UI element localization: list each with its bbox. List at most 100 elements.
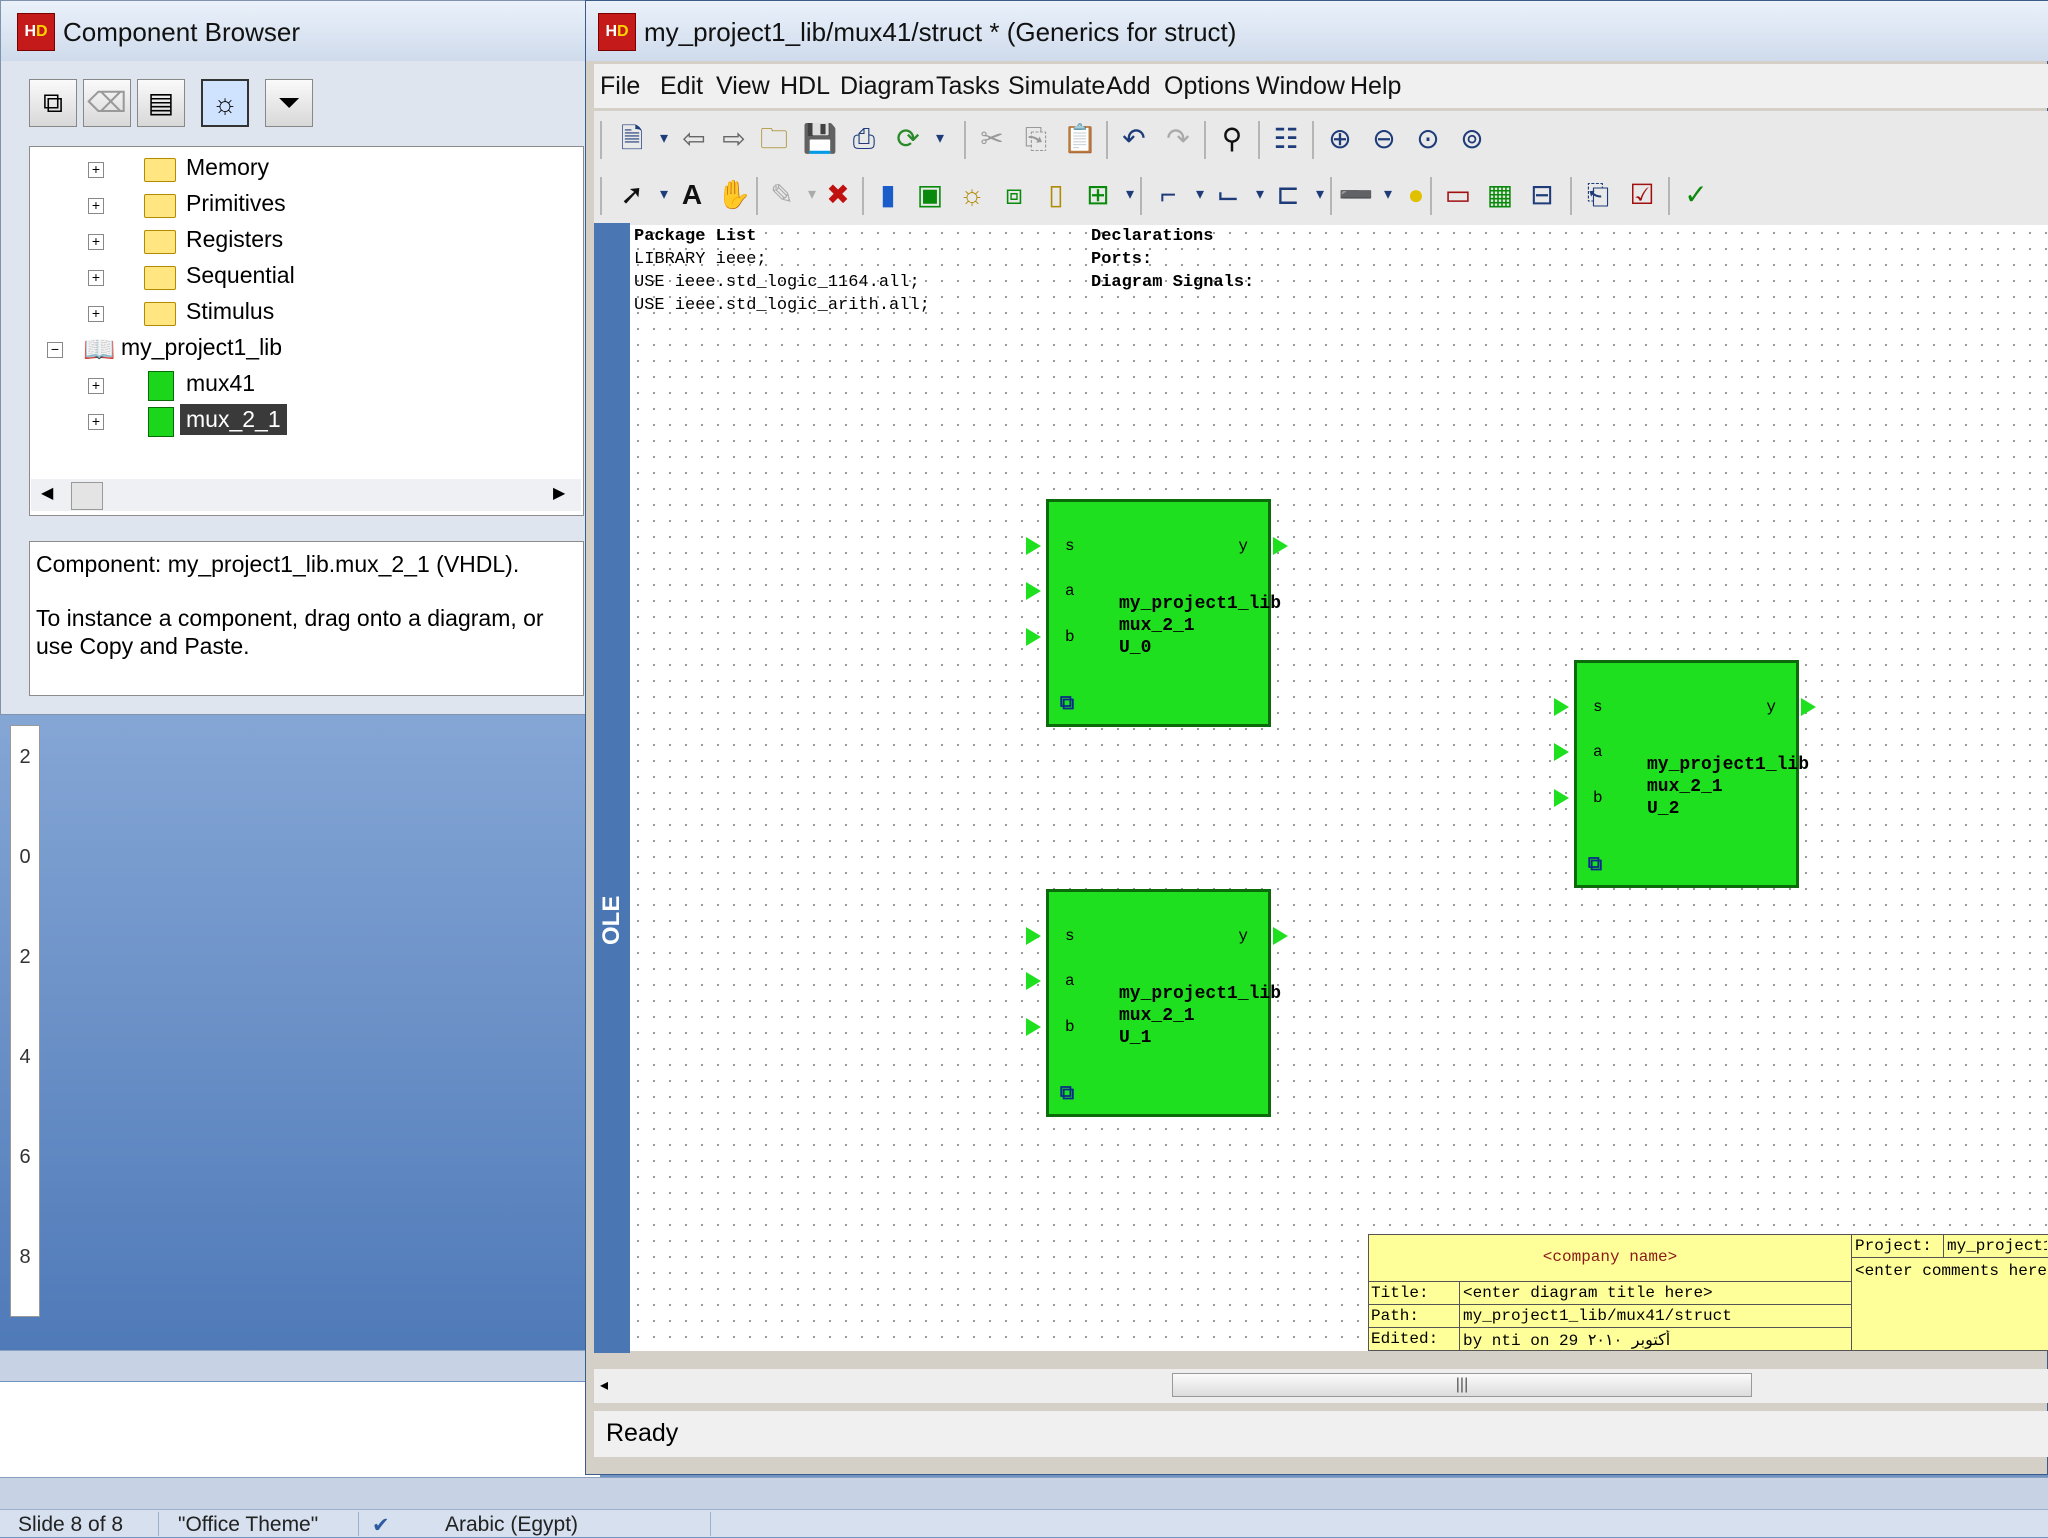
menu-help[interactable]: Help: [1350, 72, 1401, 101]
input-port-b-icon[interactable]: [1554, 789, 1569, 807]
scroll-thumb[interactable]: |||: [1172, 1373, 1752, 1397]
add-frame-icon[interactable]: ▭: [1440, 177, 1476, 213]
zoom-out-icon[interactable]: ⊖: [1366, 121, 1402, 157]
tree-item-sequential[interactable]: + Sequential: [88, 262, 388, 294]
output-port-y-icon[interactable]: [1273, 537, 1288, 555]
find-binoculars-icon[interactable]: ⚲: [1214, 121, 1250, 157]
dropdown-arrow-icon[interactable]: ▾: [1112, 177, 1148, 213]
expand-icon[interactable]: +: [88, 378, 104, 394]
zoom-fit-icon[interactable]: ⊙: [1410, 121, 1446, 157]
output-port-y-icon[interactable]: [1273, 927, 1288, 945]
add-bundle-icon[interactable]: ⊏: [1270, 177, 1306, 213]
filter-icon[interactable]: ⏷: [265, 79, 313, 127]
input-port-s-icon[interactable]: [1026, 927, 1041, 945]
tree-item-stimulus[interactable]: + Stimulus: [88, 298, 388, 330]
add-table-icon[interactable]: ▦: [1482, 177, 1518, 213]
collapse-icon[interactable]: −: [47, 342, 63, 358]
generate-icon[interactable]: ✓: [1678, 177, 1714, 213]
menu-tasks[interactable]: Tasks: [936, 72, 1000, 101]
menu-edit[interactable]: Edit: [660, 72, 703, 101]
expand-icon[interactable]: +: [88, 198, 104, 214]
expand-icon[interactable]: +: [88, 162, 104, 178]
dropdown-arrow-icon[interactable]: ▾: [1302, 177, 1338, 213]
input-port-a-icon[interactable]: [1026, 972, 1041, 990]
add-component-icon[interactable]: ▣: [912, 177, 948, 213]
input-port-s-icon[interactable]: [1554, 698, 1569, 716]
redo-icon[interactable]: ↷: [1160, 121, 1196, 157]
expand-icon[interactable]: +: [88, 234, 104, 250]
tree-item-primitives[interactable]: + Primitives: [88, 190, 388, 222]
zoom-in-icon[interactable]: ⊕: [1322, 121, 1358, 157]
diagram-horizontal-scrollbar[interactable]: ◂ |||: [594, 1369, 2048, 1403]
spellcheck-icon[interactable]: ✔: [372, 1513, 390, 1538]
menu-window[interactable]: Window: [1256, 72, 1345, 101]
open-library-icon[interactable]: ▤: [137, 79, 185, 127]
properties-icon[interactable]: ☷: [1268, 121, 1304, 157]
pan-hand-icon[interactable]: ✋: [716, 177, 752, 213]
component-browser-titlebar[interactable]: HD Component Browser: [1, 1, 591, 61]
add-connector-icon[interactable]: ●: [1398, 177, 1434, 213]
scroll-thumb[interactable]: [71, 482, 103, 510]
refresh-icon[interactable]: ⟳: [890, 121, 926, 157]
copy-icon[interactable]: ⎘: [1018, 121, 1054, 157]
print-icon[interactable]: ⎙: [846, 121, 882, 157]
add-ip-icon[interactable]: ⧈: [996, 177, 1032, 213]
input-port-s-icon[interactable]: [1026, 537, 1041, 555]
add-bus-icon[interactable]: ⌙: [1210, 177, 1246, 213]
text-tool-icon[interactable]: A: [674, 177, 710, 213]
add-embedded-icon[interactable]: ☼: [954, 177, 990, 213]
add-port-icon[interactable]: ➖: [1338, 177, 1374, 213]
zoom-area-icon[interactable]: ⊚: [1454, 121, 1490, 157]
new-icon[interactable]: 🗎: [614, 121, 650, 157]
scroll-right-icon[interactable]: ▶: [553, 483, 565, 503]
add-group-icon[interactable]: ⊞: [1080, 177, 1116, 213]
menu-simulate[interactable]: Simulate: [1008, 72, 1105, 101]
undo-icon[interactable]: ↶: [1116, 121, 1152, 157]
tree-item-registers[interactable]: + Registers: [88, 226, 388, 258]
diagram-editor-titlebar[interactable]: HD my_project1_lib/mux41/struct * (Gener…: [586, 1, 2048, 61]
output-port-y-icon[interactable]: [1801, 698, 1816, 716]
tree-item-memory[interactable]: + Memory: [88, 154, 388, 186]
save-icon[interactable]: 💾: [802, 121, 838, 157]
diagram-title-block[interactable]: <company name> Title: <enter diagram tit…: [1368, 1234, 2048, 1351]
input-port-b-icon[interactable]: [1026, 628, 1041, 646]
tree-horizontal-scrollbar[interactable]: ◀ ▶: [31, 479, 581, 511]
background-scrollbar[interactable]: [0, 1477, 2048, 1510]
component-instance-u2[interactable]: s a b y my_project1_lib mux_2_1 U_2 ⧉: [1574, 660, 1809, 888]
cut-icon[interactable]: ✂: [974, 121, 1010, 157]
declarations[interactable]: Declarations Ports: Diagram Signals:: [1091, 225, 1254, 294]
tree-item-mux41[interactable]: + mux41: [88, 370, 388, 402]
new-component-icon[interactable]: ⧉: [29, 79, 77, 127]
input-port-b-icon[interactable]: [1026, 1018, 1041, 1036]
expand-icon[interactable]: +: [88, 414, 104, 430]
expand-icon[interactable]: +: [88, 306, 104, 322]
component-instance-u1[interactable]: s a b y my_project1_lib mux_2_1 U_1 ⧉: [1046, 889, 1281, 1117]
input-port-a-icon[interactable]: [1554, 743, 1569, 761]
select-arrow-icon[interactable]: ➚: [614, 177, 650, 213]
expand-icon[interactable]: +: [88, 270, 104, 286]
menu-file[interactable]: File: [600, 72, 640, 101]
menu-diagram[interactable]: Diagram: [840, 72, 934, 101]
package-list[interactable]: Package List LIBRARY ieee; USE ieee.std_…: [634, 225, 930, 317]
check-icon[interactable]: ☑: [1624, 177, 1660, 213]
tree-item-mux-2-1[interactable]: + mux_2_1: [88, 404, 388, 438]
delete-x-icon[interactable]: ✖: [820, 177, 856, 213]
menu-view[interactable]: View: [716, 72, 770, 101]
add-panel-icon[interactable]: ⊟: [1524, 177, 1560, 213]
open-folder-icon[interactable]: 🗀: [756, 121, 792, 157]
paste-icon[interactable]: 📋: [1062, 121, 1098, 157]
show-components-icon[interactable]: ☼: [201, 79, 249, 127]
delete-component-icon[interactable]: ⌫: [83, 79, 131, 127]
back-arrow-icon[interactable]: ⇦: [676, 121, 712, 157]
scroll-left-icon[interactable]: ◀: [41, 483, 53, 503]
menu-options[interactable]: Options: [1164, 72, 1250, 101]
add-block-icon[interactable]: ▮: [870, 177, 906, 213]
tree-item-my-project1-lib[interactable]: − 📖 my_project1_lib: [47, 334, 407, 366]
input-port-a-icon[interactable]: [1026, 582, 1041, 600]
dropdown-arrow-icon[interactable]: ▾: [922, 121, 958, 157]
language-name[interactable]: Arabic (Egypt): [445, 1513, 578, 1537]
component-instance-u0[interactable]: s a b y my_project1_lib mux_2_1 U_0 ⧉: [1046, 499, 1281, 727]
menu-hdl[interactable]: HDL: [780, 72, 830, 101]
add-wire-icon[interactable]: ⌐: [1150, 177, 1186, 213]
diagram-canvas[interactable]: [630, 225, 2048, 1351]
